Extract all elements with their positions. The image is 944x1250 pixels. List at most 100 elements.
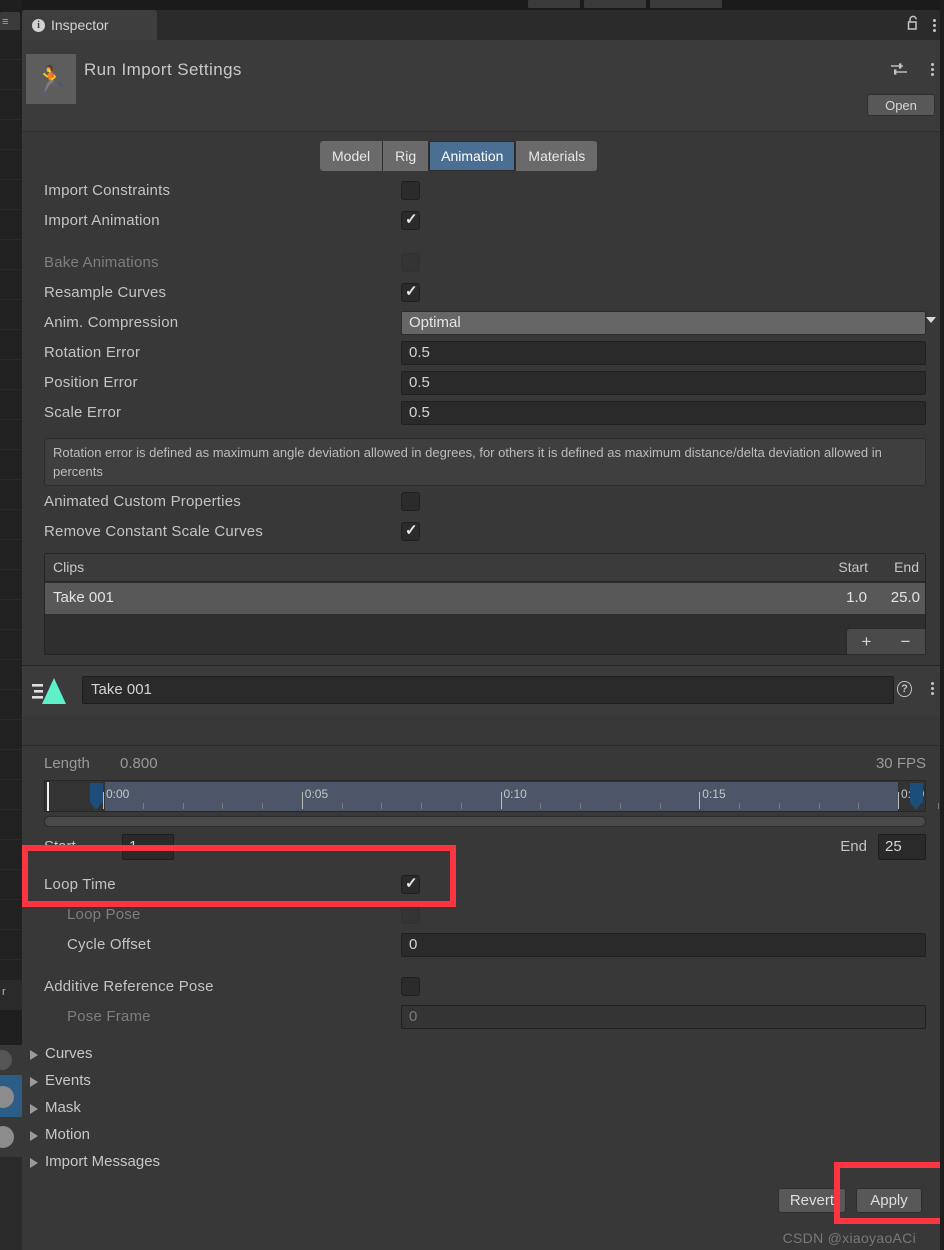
- resample-curves-checkbox[interactable]: ✓: [401, 283, 420, 302]
- background-grid-cell: [0, 60, 22, 90]
- header-kebab-menu-icon[interactable]: [931, 63, 934, 76]
- property-row: Loop Time ✓: [22, 870, 944, 900]
- position-error-input[interactable]: 0.5: [401, 371, 926, 395]
- timeline-tick: [699, 792, 701, 809]
- timeline-tick: [659, 803, 661, 809]
- timeline-tick: [381, 803, 383, 809]
- background-grid-cell: [0, 510, 22, 540]
- check-icon: ✓: [405, 211, 418, 228]
- watermark: CSDN @xiaoyaoACi: [782, 1230, 916, 1246]
- foldout-label: Import Messages: [45, 1153, 161, 1170]
- timeline-playhead[interactable]: [47, 782, 49, 811]
- start-input[interactable]: 1: [122, 834, 174, 860]
- timeline-tick: [858, 803, 860, 809]
- clip-name-input[interactable]: Take 001: [82, 676, 894, 704]
- import-settings-tabs: Model Rig Animation Materials: [22, 132, 944, 176]
- bake-animations-checkbox[interactable]: [401, 253, 420, 272]
- apply-button[interactable]: Apply: [856, 1188, 922, 1213]
- end-input[interactable]: 25: [878, 834, 926, 860]
- clip-kebab-menu-icon[interactable]: [931, 682, 934, 695]
- property-row: Resample Curves ✓: [22, 278, 944, 308]
- length-value: 0.800: [120, 755, 158, 772]
- pose-frame-input[interactable]: 0: [401, 1005, 926, 1029]
- foldout-motion[interactable]: Motion: [22, 1122, 944, 1149]
- timeline-tick: [262, 803, 263, 809]
- tab-rig[interactable]: Rig: [383, 141, 430, 171]
- check-icon: ✓: [405, 522, 418, 539]
- avatar[interactable]: 🏃: [26, 54, 76, 104]
- background-grid-cell: [0, 660, 22, 690]
- triangle-right-icon: [30, 1131, 38, 1141]
- clips-header: Clips Start End: [45, 554, 925, 582]
- tab-inspector[interactable]: i Inspector: [22, 10, 157, 40]
- property-row: Animated Custom Properties: [22, 487, 944, 517]
- timeline-start-handle[interactable]: [90, 783, 103, 810]
- scale-error-input[interactable]: 0.5: [401, 401, 926, 425]
- import-constraints-checkbox[interactable]: [401, 181, 420, 200]
- open-button[interactable]: Open: [867, 94, 935, 116]
- clips-column-end: End: [894, 559, 919, 575]
- clip-name: Take 001: [53, 589, 114, 606]
- rotation-error-input[interactable]: 0.5: [401, 341, 926, 365]
- loop-time-checkbox[interactable]: ✓: [401, 875, 420, 894]
- background-row-label: r: [2, 986, 6, 998]
- background-row: [0, 1157, 22, 1250]
- timeline-tick: [421, 803, 422, 809]
- bake-animations-label: Bake Animations: [44, 254, 159, 271]
- tab-animation[interactable]: Animation: [429, 141, 517, 171]
- import-animation-checkbox[interactable]: ✓: [401, 211, 420, 230]
- property-row: Position Error 0.5: [22, 368, 944, 398]
- loop-pose-checkbox[interactable]: [401, 905, 420, 924]
- background-grid-cell: [0, 480, 22, 510]
- property-row: Additive Reference Pose: [22, 972, 944, 1002]
- cycle-offset-input[interactable]: 0: [401, 933, 926, 957]
- foldout-mask[interactable]: Mask: [22, 1095, 944, 1122]
- kebab-menu-icon[interactable]: [933, 19, 936, 32]
- foldout-curves[interactable]: Curves: [22, 1041, 944, 1068]
- start-end-row: Start 1 End 25: [22, 832, 944, 862]
- lock-open-icon[interactable]: [907, 15, 921, 36]
- position-error-label: Position Error: [44, 374, 138, 391]
- page-title: Run Import Settings: [84, 60, 242, 79]
- running-figure-icon: 🏃: [34, 64, 68, 94]
- background-grid-cell: [0, 450, 22, 480]
- property-row: Bake Animations: [22, 248, 944, 278]
- background-grid-cell: [0, 300, 22, 330]
- timeline-tick-label: 0:10: [503, 787, 527, 801]
- inspector-window: i Inspector 🏃 Run Import Settings Open M…: [22, 10, 944, 1250]
- timeline-end-handle[interactable]: [910, 783, 923, 810]
- timeline-ruler[interactable]: 0:000:050:100:150:20: [44, 780, 939, 812]
- timeline-scrollbar[interactable]: [44, 816, 926, 827]
- end-label: End: [840, 838, 867, 855]
- loop-pose-label: Loop Pose: [67, 906, 141, 923]
- anim-compression-dropdown[interactable]: Optimal: [401, 311, 926, 335]
- triangle-right-icon: [30, 1050, 38, 1060]
- import-animation-label: Import Animation: [44, 212, 160, 229]
- timeline-tick: [222, 803, 224, 809]
- add-clip-button[interactable]: +: [847, 629, 886, 654]
- revert-button[interactable]: Revert: [777, 1188, 846, 1213]
- foldout-events[interactable]: Events: [22, 1068, 944, 1095]
- foldout-import-messages[interactable]: Import Messages: [22, 1149, 944, 1176]
- background-grid-cell: [0, 930, 22, 960]
- background-grid-cell: [0, 900, 22, 930]
- timeline-tick: [937, 803, 939, 809]
- animated-custom-properties-checkbox[interactable]: [401, 492, 420, 511]
- timeline-tick-label: 0:00: [106, 787, 130, 801]
- additive-reference-pose-checkbox[interactable]: [401, 977, 420, 996]
- tab-model[interactable]: Model: [320, 141, 384, 171]
- timeline-tick-label: 0:05: [304, 787, 329, 801]
- preset-sliders-icon[interactable]: [890, 62, 908, 76]
- tab-materials[interactable]: Materials: [516, 141, 598, 171]
- start-label: Start: [44, 838, 76, 855]
- clip-list-buttons: + −: [846, 628, 926, 655]
- remove-clip-button[interactable]: −: [886, 629, 925, 654]
- background-grid-cell: [0, 390, 22, 420]
- background-grid-cell: [0, 840, 22, 870]
- remove-constant-scale-curves-checkbox[interactable]: ✓: [401, 522, 420, 541]
- background-grid-cell: [0, 750, 22, 780]
- triangle-right-icon: [30, 1104, 38, 1114]
- table-row[interactable]: Take 001 1.0 25.0: [45, 583, 925, 614]
- fps-label: 30 FPS: [875, 755, 926, 772]
- help-icon[interactable]: ?: [897, 681, 912, 697]
